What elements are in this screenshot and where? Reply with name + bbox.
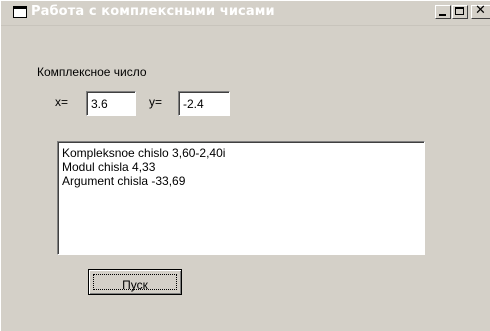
minimize-icon bbox=[439, 14, 446, 16]
minimize-button[interactable] bbox=[435, 5, 451, 19]
maximize-icon bbox=[455, 7, 464, 15]
close-icon: ✕ bbox=[475, 3, 486, 18]
close-button[interactable]: ✕ bbox=[471, 3, 490, 19]
window-title: Работа с комплексными чисами bbox=[31, 4, 275, 19]
x-label: x= bbox=[55, 95, 69, 109]
app-window: Работа с комплексными чисами ✕ Комплексн… bbox=[0, 0, 490, 331]
run-button[interactable]: Пуск bbox=[88, 269, 182, 295]
title-bar[interactable]: Работа с комплексными чисами ✕ bbox=[1, 1, 490, 26]
output-line-complex: Kompleksnoe chislo 3,60-2,40i bbox=[62, 146, 226, 160]
output-line-argument: Argument chisla -33,69 bbox=[62, 174, 186, 188]
output-line-modulus: Modul chisla 4,33 bbox=[62, 160, 156, 174]
x-input[interactable]: 3.6 bbox=[86, 91, 136, 116]
window-icon[interactable] bbox=[13, 6, 27, 18]
maximize-button[interactable] bbox=[452, 5, 468, 19]
y-label: y= bbox=[149, 95, 163, 109]
run-button-label: Пуск bbox=[122, 278, 148, 292]
complex-number-label: Комплексное число bbox=[37, 65, 147, 79]
y-input[interactable]: -2.4 bbox=[178, 91, 230, 116]
output-memo[interactable]: Kompleksnoe chislo 3,60-2,40i Modul chis… bbox=[57, 141, 425, 255]
